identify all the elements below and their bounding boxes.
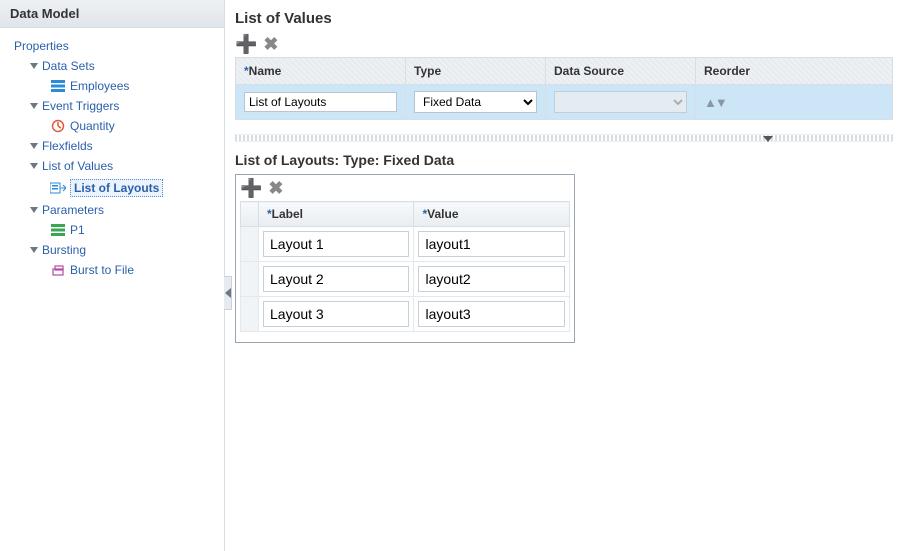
tree-quantity[interactable]: Quantity <box>14 116 218 136</box>
detail-title: List of Layouts: Type: Fixed Data <box>235 152 893 168</box>
tree: Properties Data Sets Employees Event Tri… <box>0 28 224 288</box>
tree-p1[interactable]: P1 <box>14 220 218 240</box>
tree-data-sets[interactable]: Data Sets <box>14 56 218 76</box>
detail-label-input[interactable] <box>263 231 409 257</box>
tree-employees[interactable]: Employees <box>14 76 218 96</box>
detail-row[interactable] <box>241 262 570 297</box>
lov-section-title: List of Values <box>235 10 893 27</box>
lov-icon <box>50 181 66 195</box>
lov-toolbar: ➕ ✖ <box>235 35 893 53</box>
trigger-icon <box>50 119 66 133</box>
twisty-icon <box>30 63 38 69</box>
parameter-icon <box>50 223 66 237</box>
twisty-icon <box>30 207 38 213</box>
lov-datasource-select <box>554 91 687 113</box>
tree-bursting[interactable]: Bursting <box>14 240 218 260</box>
col-name-header: Name <box>244 64 281 78</box>
bursting-icon <box>50 263 66 277</box>
detail-toolbar: ➕ ✖ <box>240 179 570 197</box>
detail-label-input[interactable] <box>263 266 409 292</box>
handle-col <box>241 202 259 227</box>
twisty-icon <box>30 247 38 253</box>
delete-icon[interactable]: ✖ <box>268 179 283 197</box>
tree-list-of-values[interactable]: List of Values <box>14 156 218 176</box>
tree-root[interactable]: Properties <box>14 36 218 56</box>
row-handle[interactable] <box>241 227 259 262</box>
col-reorder-header: Reorder <box>696 58 893 85</box>
detail-row[interactable] <box>241 227 570 262</box>
tree-parameters[interactable]: Parameters <box>14 200 218 220</box>
detail-value-input[interactable] <box>418 301 565 327</box>
lov-table: Name Type Data Source Reorder Fixed Data <box>235 57 893 120</box>
detail-row[interactable] <box>241 297 570 332</box>
sidebar-title: Data Model <box>0 0 224 28</box>
detail-label-input[interactable] <box>263 301 409 327</box>
main-content: List of Values ➕ ✖ Name Type Data Source… <box>225 0 903 551</box>
detail-value-input[interactable] <box>418 231 565 257</box>
dataset-icon <box>50 79 66 93</box>
tree-selected-label: List of Layouts <box>70 179 163 197</box>
tree-burst-to-file[interactable]: Burst to File <box>14 260 218 280</box>
horizontal-splitter[interactable] <box>235 134 893 142</box>
lov-type-select[interactable]: Fixed Data <box>414 91 537 113</box>
twisty-icon <box>30 163 38 169</box>
detail-value-input[interactable] <box>418 266 565 292</box>
tree-event-triggers[interactable]: Event Triggers <box>14 96 218 116</box>
twisty-icon <box>30 143 38 149</box>
sidebar: Data Model Properties Data Sets Employee… <box>0 0 225 551</box>
add-icon[interactable]: ➕ <box>235 35 257 53</box>
col-ds-header: Data Source <box>546 58 696 85</box>
reorder-controls[interactable]: ▲▼ <box>704 95 726 110</box>
detail-panel: ➕ ✖ Label Value <box>235 174 575 343</box>
lov-row[interactable]: Fixed Data ▲▼ <box>236 85 893 120</box>
col-label-header: Label <box>267 207 303 221</box>
col-value-header: Value <box>422 207 458 221</box>
twisty-icon <box>30 103 38 109</box>
delete-icon[interactable]: ✖ <box>263 35 278 53</box>
row-handle[interactable] <box>241 297 259 332</box>
lov-name-input[interactable] <box>244 92 397 112</box>
tree-list-of-layouts[interactable]: List of Layouts <box>14 176 218 200</box>
row-handle[interactable] <box>241 262 259 297</box>
add-icon[interactable]: ➕ <box>240 179 262 197</box>
col-type-header: Type <box>406 58 546 85</box>
tree-flexfields[interactable]: Flexfields <box>14 136 218 156</box>
detail-table: Label Value <box>240 201 570 332</box>
